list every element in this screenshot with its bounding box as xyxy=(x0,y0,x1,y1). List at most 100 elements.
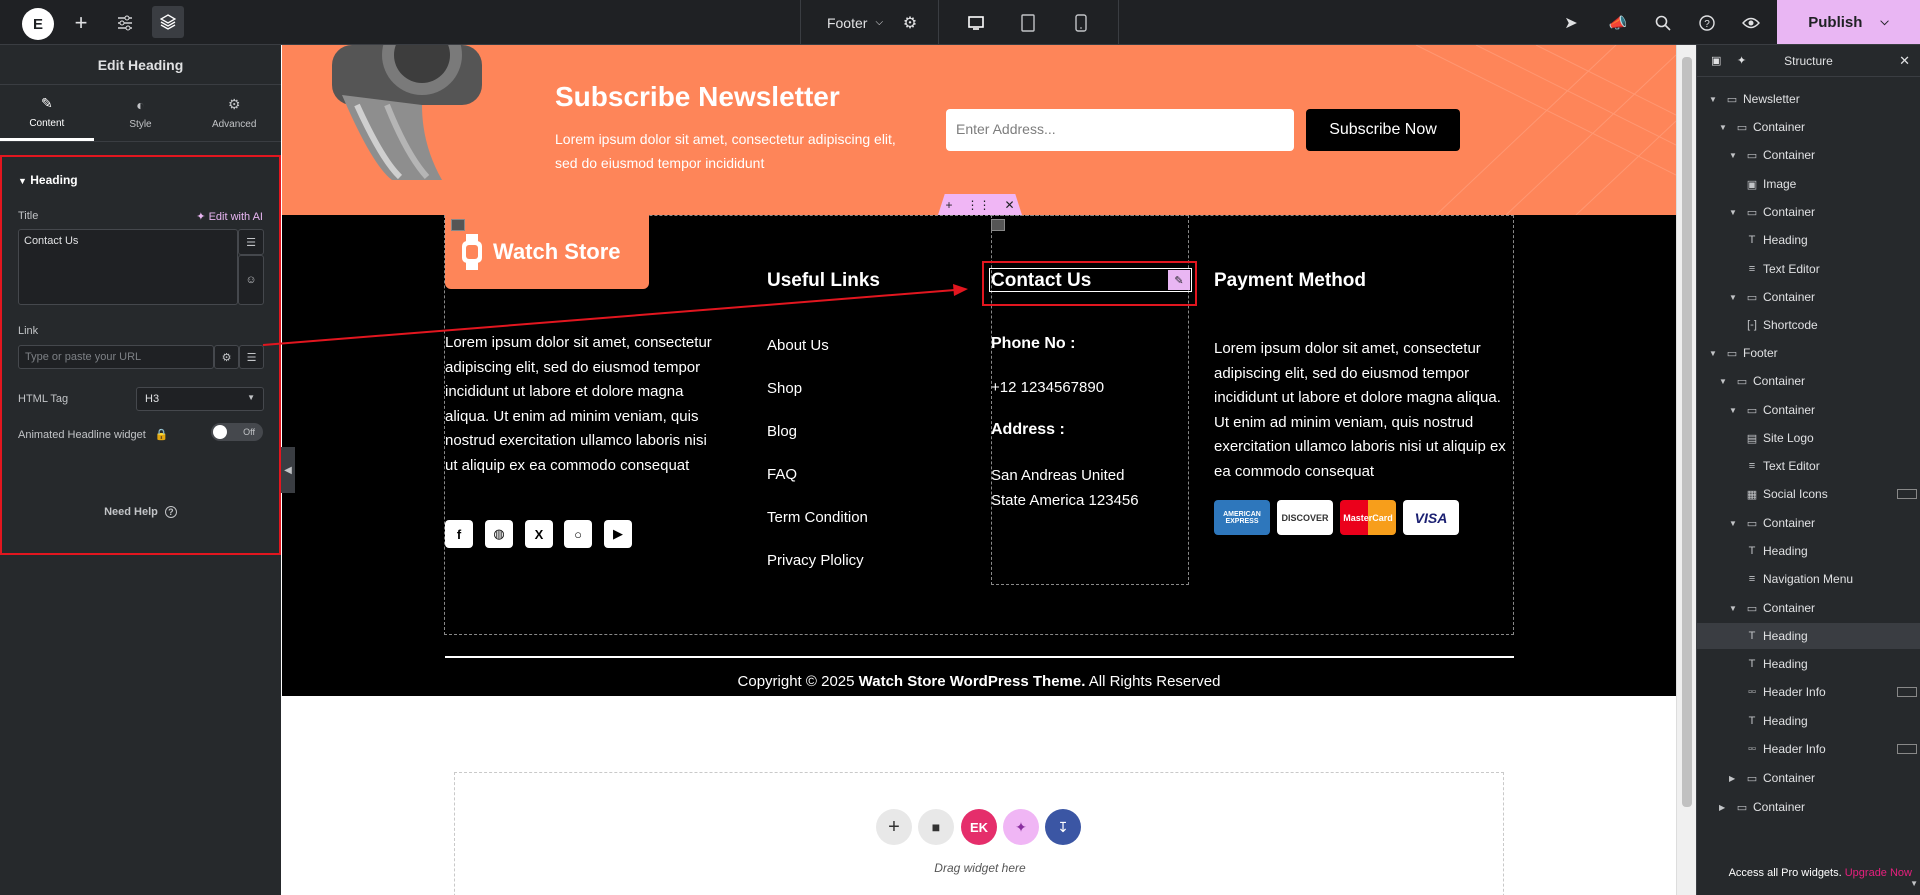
tree-item[interactable]: T Heading xyxy=(1697,651,1920,677)
footer-link-shop[interactable]: Shop xyxy=(767,380,802,397)
desktop-view-icon[interactable] xyxy=(958,0,994,45)
publish-button[interactable]: Publish ⌵ xyxy=(1777,0,1920,44)
tab-content[interactable]: ✎ Content xyxy=(0,85,94,141)
collapse-all-icon[interactable]: ▣ xyxy=(1711,54,1721,67)
preview-eye-icon[interactable] xyxy=(1737,0,1765,45)
tab-advanced[interactable]: ⚙ Advanced xyxy=(187,85,281,141)
mobile-view-icon[interactable] xyxy=(1063,0,1099,45)
tree-item[interactable]: ▶ ▭ Container xyxy=(1697,765,1920,791)
drag-handle-icon[interactable]: ⋮⋮ xyxy=(966,198,990,212)
caret-down-icon[interactable]: ▼ xyxy=(1729,293,1741,302)
footer-link-privacy[interactable]: Privacy Plolicy xyxy=(767,552,864,569)
search-icon[interactable] xyxy=(1649,0,1677,45)
tree-item[interactable]: ▼ ▭ Container xyxy=(1697,510,1920,536)
tree-item[interactable]: ▼ ▭ Container xyxy=(1697,142,1920,168)
scrollbar-thumb[interactable] xyxy=(1682,57,1692,807)
animated-headline-toggle[interactable]: Off xyxy=(211,423,263,441)
add-icon[interactable]: + xyxy=(945,198,952,212)
tree-item[interactable]: ▫▫ Header Info xyxy=(1697,736,1920,762)
tree-item[interactable]: ▼ ▭ Newsletter xyxy=(1697,86,1920,112)
close-icon[interactable]: ✕ xyxy=(1899,53,1910,69)
add-element-icon[interactable]: + xyxy=(70,0,92,45)
footer-section[interactable]: Watch Store Lorem ipsum dolor sit amet, … xyxy=(282,215,1676,696)
section-toggle[interactable]: ▼ Heading xyxy=(18,173,78,187)
caret-down-icon[interactable]: ▼ xyxy=(1729,519,1741,528)
rocket-icon[interactable]: ➤ xyxy=(1557,0,1585,45)
document-settings-gear-icon[interactable]: ⚙ xyxy=(898,0,922,45)
site-settings-icon[interactable] xyxy=(113,0,137,45)
caret-down-icon[interactable]: ▼ xyxy=(1709,349,1721,358)
subscribe-now-button[interactable]: Subscribe Now xyxy=(1306,109,1460,151)
need-help-link[interactable]: Need Help ? xyxy=(2,506,279,518)
container-handle-icon[interactable] xyxy=(991,219,1005,231)
announcements-icon[interactable]: 📣 xyxy=(1604,0,1632,45)
tree-item[interactable]: ▶ ▭ Container xyxy=(1697,794,1920,820)
footer-link-blog[interactable]: Blog xyxy=(767,423,797,440)
caret-right-icon[interactable]: ▶ xyxy=(1729,774,1741,783)
link-options-button[interactable]: ⚙ xyxy=(214,345,239,369)
add-new-section-icon[interactable]: + xyxy=(876,809,912,845)
caret-down-icon[interactable]: ▼ xyxy=(1719,123,1731,132)
dribbble-icon[interactable]: ◍ xyxy=(485,520,513,548)
tree-item[interactable]: ▦ Social Icons xyxy=(1697,481,1920,507)
container-handle-icon[interactable] xyxy=(451,219,465,231)
tree-item[interactable]: ≡ Text Editor xyxy=(1697,256,1920,282)
document-name-dropdown[interactable]: Footer ⌵ xyxy=(815,0,895,45)
add-section-dropzone[interactable]: + ■ EK ✦ ↧ Drag widget here xyxy=(454,772,1504,895)
caret-down-icon[interactable]: ▼ xyxy=(1709,95,1721,104)
structure-layers-icon[interactable] xyxy=(152,6,184,38)
elementskit-icon[interactable]: EK xyxy=(961,809,997,845)
caret-down-icon[interactable]: ▼ xyxy=(1729,604,1741,613)
tree-item[interactable]: ▼ ▭ Container xyxy=(1697,368,1920,394)
tree-item[interactable]: ▼ ▭ Container xyxy=(1697,397,1920,423)
tree-item[interactable]: ▼ ▭ Container xyxy=(1697,284,1920,310)
instagram-icon[interactable]: ○ xyxy=(564,520,592,548)
contact-heading-selected[interactable]: Contact Us ✎ xyxy=(989,268,1192,292)
upgrade-now-link[interactable]: Upgrade Now xyxy=(1845,867,1912,879)
tree-item[interactable]: T Heading xyxy=(1697,227,1920,253)
ai-assistant-button[interactable]: ☺ xyxy=(238,255,264,305)
tree-item[interactable]: ▼ ▭ Container xyxy=(1697,114,1920,140)
caret-down-icon[interactable]: ▼ xyxy=(1729,406,1741,415)
section-handle[interactable]: + ⋮⋮ ✕ xyxy=(938,194,1022,215)
close-icon[interactable]: ✕ xyxy=(1004,198,1014,212)
newsletter-email-input[interactable]: Enter Address... xyxy=(946,109,1294,151)
help-icon[interactable]: ? xyxy=(1693,0,1721,45)
tab-style[interactable]: ◐ Style xyxy=(94,85,188,141)
html-tag-select[interactable]: H3 ▼ xyxy=(136,387,264,411)
magic-structure-icon[interactable]: ✦ xyxy=(1737,54,1746,67)
tree-item[interactable]: T Heading xyxy=(1697,708,1920,734)
caret-down-icon[interactable]: ▼ xyxy=(1719,377,1731,386)
scroll-down-icon[interactable]: ▼ xyxy=(1910,879,1918,888)
dynamic-tags-button[interactable]: ☰ xyxy=(238,229,264,255)
tree-item[interactable]: ▼ ▭ Container xyxy=(1697,595,1920,621)
edit-with-ai-link[interactable]: ✦ Edit with AI xyxy=(196,210,263,223)
caret-right-icon[interactable]: ▶ xyxy=(1719,803,1731,812)
facebook-icon[interactable]: f xyxy=(445,520,473,548)
footer-link-term[interactable]: Term Condition xyxy=(767,509,868,526)
newsletter-section[interactable]: Subscribe Newsletter Lorem ipsum dolor s… xyxy=(282,45,1676,215)
tree-item[interactable]: ▼ ▭ Container xyxy=(1697,199,1920,225)
tree-item[interactable]: ▫▫ Header Info xyxy=(1697,679,1920,705)
tree-item[interactable]: ▼ ▭ Footer xyxy=(1697,340,1920,366)
tree-item[interactable]: ▣ Image xyxy=(1697,171,1920,197)
tree-item[interactable]: [-] Shortcode xyxy=(1697,312,1920,338)
tablet-view-icon[interactable] xyxy=(1010,0,1046,45)
footer-link-about[interactable]: About Us xyxy=(767,337,829,354)
template-library-folder-icon[interactable]: ■ xyxy=(918,809,954,845)
link-dynamic-button[interactable]: ☰ xyxy=(239,345,264,369)
edit-widget-pencil-icon[interactable]: ✎ xyxy=(1168,270,1190,290)
elementor-logo[interactable]: E xyxy=(22,8,54,40)
tree-item[interactable]: ≡ Navigation Menu xyxy=(1697,566,1920,592)
tree-item[interactable]: T Heading xyxy=(1697,538,1920,564)
import-download-icon[interactable]: ↧ xyxy=(1045,809,1081,845)
title-textarea[interactable]: Contact Us xyxy=(18,229,238,305)
collapse-panel-handle[interactable]: ◀ xyxy=(281,447,295,493)
tree-item[interactable]: ≡ Text Editor xyxy=(1697,453,1920,479)
site-logo[interactable]: Watch Store xyxy=(445,215,649,289)
ai-sparkle-icon[interactable]: ✦ xyxy=(1003,809,1039,845)
footer-link-faq[interactable]: FAQ xyxy=(767,466,797,483)
tree-item[interactable]: ▤ Site Logo xyxy=(1697,425,1920,451)
link-input[interactable]: Type or paste your URL xyxy=(18,345,214,369)
caret-down-icon[interactable]: ▼ xyxy=(1729,151,1741,160)
